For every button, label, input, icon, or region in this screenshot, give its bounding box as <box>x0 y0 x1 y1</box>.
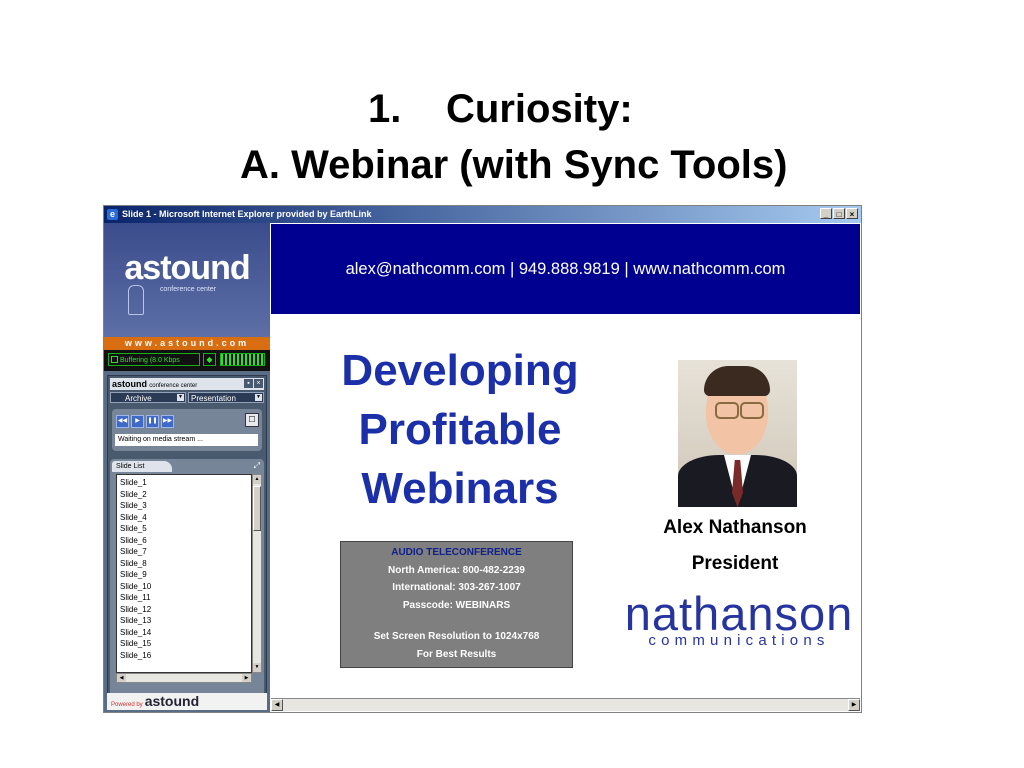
playback-controls: ◀◀ ▶ ❚❚ ▶▶ ☐ Waiting on media stream ... <box>112 409 262 451</box>
maximize-button[interactable]: □ <box>833 208 845 219</box>
resolution-note: Set Screen Resolution to 1024x768 <box>373 631 540 642</box>
slide-list-item[interactable]: Slide_14 <box>120 627 151 639</box>
powered-by-brand: astound <box>144 693 200 709</box>
close-button[interactable]: × <box>846 208 858 219</box>
chevron-down-icon: ▼ <box>177 394 184 401</box>
passcode: Passcode: WEBINARS <box>402 599 511 611</box>
pin-button[interactable]: ▪ <box>244 379 253 388</box>
conference-panel: astound conference center ▪ × Archive ▼ … <box>107 375 267 709</box>
volume-button[interactable]: ◆ <box>203 353 216 366</box>
scroll-down-icon[interactable]: ▼ <box>253 663 261 672</box>
presentation-dropdown[interactable]: Presentation ▼ <box>188 392 264 403</box>
presenter-photo <box>678 360 797 507</box>
buffer-icon <box>111 356 118 363</box>
astound-figure-icon <box>128 285 144 315</box>
buffer-status: Buffering (8.0 Kbps <box>108 353 200 366</box>
north-america-number: North America: 800-482-2239 <box>388 564 525 576</box>
panel-header: astound conference center ▪ × <box>110 378 264 390</box>
main-horizontal-scrollbar[interactable]: ◀ ▶ <box>271 698 860 711</box>
window-controls: _ □ × <box>820 208 858 219</box>
audio-heading: AUDIO TELECONFERENCE <box>391 547 522 558</box>
astound-url[interactable]: www.astound.com <box>104 337 270 350</box>
best-results-note: For Best Results <box>416 648 497 660</box>
scroll-right-icon[interactable]: ▶ <box>242 674 251 682</box>
headline-line: Webinars <box>361 464 559 513</box>
ie-icon: e <box>107 209 118 220</box>
company-logo: nathanson <box>624 587 854 640</box>
pause-button[interactable]: ❚❚ <box>146 415 159 428</box>
headline-line: Developing <box>341 346 579 395</box>
astound-sidebar: astound conference center www.astound.co… <box>104 223 270 712</box>
scroll-left-icon[interactable]: ◀ <box>271 699 283 711</box>
international-number: International: 303-267-1007 <box>392 582 521 593</box>
scroll-thumb[interactable] <box>253 486 261 531</box>
presentation-dropdown-label: Presentation <box>191 394 236 403</box>
slide-title-text: Curiosity: <box>446 87 633 131</box>
slide-list-item[interactable]: Slide_1 <box>120 477 151 489</box>
slide-list-item[interactable]: Slide_12 <box>120 604 151 616</box>
astound-header: astound conference center <box>104 223 270 337</box>
slide-list-item[interactable]: Slide_7 <box>120 546 151 558</box>
buffer-status-text: Buffering (8.0 Kbps <box>120 357 180 364</box>
slide-list-item[interactable]: Slide_8 <box>120 558 151 570</box>
slide-list-item[interactable]: Slide_13 <box>120 615 151 627</box>
scroll-up-icon[interactable]: ▲ <box>253 475 261 484</box>
slide-content: alex@nathcomm.com | 949.888.9819 | www.n… <box>270 223 861 712</box>
archive-dropdown-label: Archive <box>125 394 152 403</box>
play-button[interactable]: ▶ <box>131 415 144 428</box>
slide-list-item[interactable]: Slide_2 <box>120 489 151 501</box>
panel-brand: astound <box>112 379 147 389</box>
slide-list-item[interactable]: Slide_11 <box>120 592 151 604</box>
slide-list-item[interactable]: Slide_4 <box>120 512 151 524</box>
contact-banner: alex@nathcomm.com | 949.888.9819 | www.n… <box>271 224 860 314</box>
media-status-bar: Buffering (8.0 Kbps ◆ <box>104 350 270 371</box>
slide-subtitle: A. Webinar (with Sync Tools) <box>240 143 788 187</box>
panel-controls: ▪ × <box>244 379 263 388</box>
slide-title-line1: 1. Curiosity: <box>368 82 633 136</box>
slide-title-number: 1. <box>368 87 402 131</box>
chevron-down-icon: ▼ <box>255 394 262 401</box>
webinar-headline: Developing Profitable Webinars <box>280 341 640 518</box>
slide-list-item[interactable]: Slide_15 <box>120 638 151 650</box>
archive-dropdown[interactable]: Archive ▼ <box>110 392 186 403</box>
minimize-button[interactable]: _ <box>820 208 832 219</box>
slide-list-item[interactable]: Slide_10 <box>120 581 151 593</box>
presenter-title: President <box>691 553 779 574</box>
slide-list-item[interactable]: Slide_9 <box>120 569 151 581</box>
window-title: Slide 1 - Microsoft Internet Explorer pr… <box>122 209 372 219</box>
expand-icon[interactable]: ⤢ <box>254 461 260 471</box>
slide-list-tab[interactable]: Slide List <box>112 461 172 472</box>
signal-meter <box>220 353 265 366</box>
chat-icon[interactable]: ☐ <box>245 413 259 427</box>
slide-list-horizontal-scrollbar[interactable]: ◀ ▶ <box>116 673 252 683</box>
slide-list-vertical-scrollbar[interactable]: ▲ ▼ <box>252 474 262 673</box>
powered-by-label: Powered by <box>111 702 143 708</box>
presenter-name: Alex Nathanson <box>663 517 807 538</box>
scroll-left-icon[interactable]: ◀ <box>117 674 126 682</box>
panel-close-button[interactable]: × <box>254 379 263 388</box>
window-titlebar[interactable]: e Slide 1 - Microsoft Internet Explorer … <box>104 206 861 223</box>
headline-line: Profitable <box>358 405 562 454</box>
powered-by-astound[interactable]: Powered by astound <box>107 693 267 710</box>
audio-teleconference-box: AUDIO TELECONFERENCE North America: 800-… <box>340 541 573 668</box>
rewind-button[interactable]: ◀◀ <box>116 415 129 428</box>
slide-list-items: Slide_1 Slide_2 Slide_3 Slide_4 Slide_5 Slide… <box>120 477 151 661</box>
slide-list-item[interactable]: Slide_16 <box>120 650 151 662</box>
slide-list-item[interactable]: Slide_6 <box>120 535 151 547</box>
astound-logo-subtitle: conference center <box>160 286 217 293</box>
slide-list-item[interactable]: Slide_3 <box>120 500 151 512</box>
scroll-right-icon[interactable]: ▶ <box>848 699 860 711</box>
slide-list-panel: Slide List ⤢ Slide_1 Slide_2 Slide_3 Slide_… <box>110 459 264 707</box>
astound-logo: astound <box>124 249 250 287</box>
stream-status: Waiting on media stream ... <box>115 434 258 446</box>
slide-list-item[interactable]: Slide_5 <box>120 523 151 535</box>
slide-list[interactable]: Slide_1 Slide_2 Slide_3 Slide_4 Slide_5 Slide… <box>116 474 252 673</box>
panel-brand-sub: conference center <box>149 383 198 389</box>
company-logo-subtitle: communications <box>648 632 830 649</box>
forward-button[interactable]: ▶▶ <box>161 415 174 428</box>
browser-window: e Slide 1 - Microsoft Internet Explorer … <box>103 205 862 713</box>
